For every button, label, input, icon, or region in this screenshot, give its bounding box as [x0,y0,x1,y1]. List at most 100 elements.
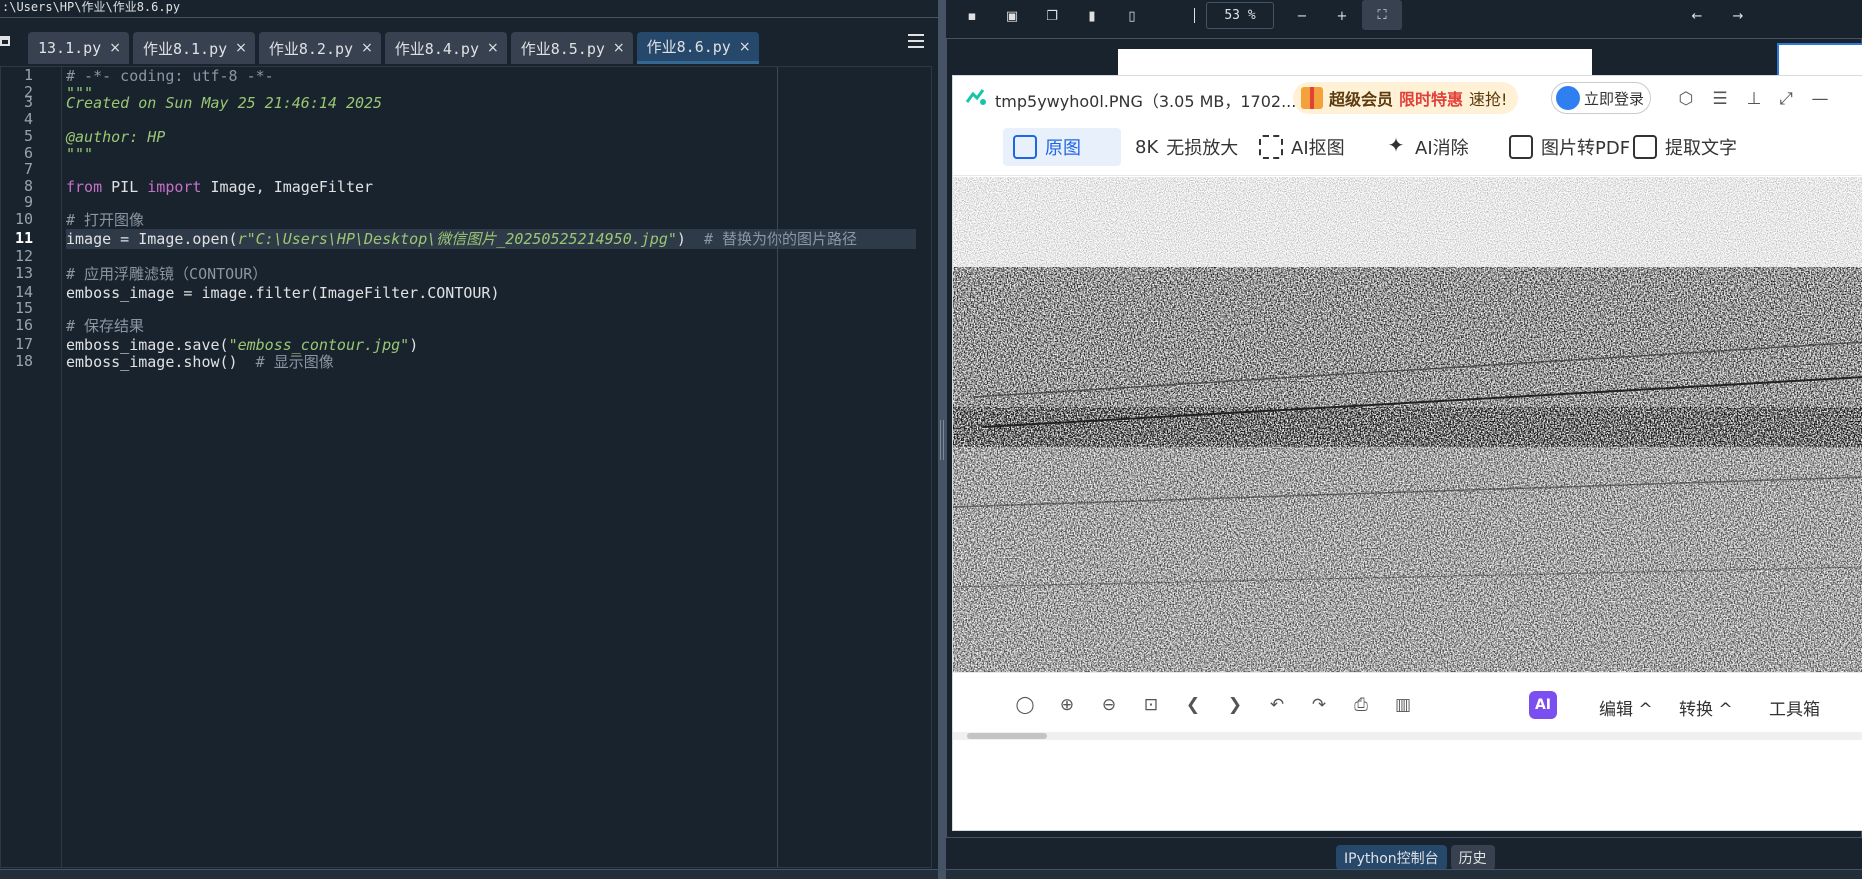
zoom-level[interactable]: 53 % [1206,2,1274,29]
line-number: 16 [14,316,33,334]
hamburger-menu-icon[interactable] [908,34,924,48]
editor-tab[interactable]: 作业8.5.py × [510,32,633,64]
browse-tabs-icon[interactable] [0,36,10,46]
plots-toolbar: ▪ ▣ ❐ ▮ ▯ 53 % − + ⛶ ← → [946,0,1862,31]
text-extract-icon [1633,135,1657,159]
file-info: tmp5ywyho0l.PNG（3.05 MB，1702... [995,92,1297,111]
right-status-strip [946,869,1862,879]
login-label: 立即登录 [1584,89,1645,108]
close-icon[interactable]: × [109,40,121,56]
close-icon[interactable]: × [739,39,751,55]
editor-tab[interactable]: 作业8.6.py × [636,32,759,64]
code-line-11-current: image = Image.open(r"C:\Users\HP\Desktop… [66,229,916,249]
minimize-icon[interactable]: — [1809,88,1831,110]
next-icon[interactable]: → [1728,6,1748,26]
splitter-grip-icon[interactable] [940,420,944,460]
menu-icon[interactable]: ☰ [1709,88,1731,110]
fit-icon[interactable]: ⛶ [1362,0,1402,30]
avatar-icon [1556,86,1580,110]
vip-offer: 限时特惠 [1399,90,1464,109]
plots-pane: ▪ ▣ ❐ ▮ ▯ 53 % − + ⛶ ← → tmp5ywyho0l.PNG… [946,0,1862,879]
spyder-window: :\Users\HP\作业\作业8.6.py 13.1.py × 作业8.1.py ×… [0,0,1862,879]
image-viewer-window: tmp5ywyho0l.PNG（3.05 MB，1702... 超级会员 限时特… [952,75,1862,831]
tab-ipython-console[interactable]: IPython控制台 [1336,845,1447,870]
line-number: 7 [23,160,33,178]
zoom-out-icon[interactable]: − [1292,6,1312,26]
fullscreen-icon[interactable]: ⤢ [1775,88,1797,110]
save-icon[interactable]: ▪ [962,6,982,26]
editor-tabs: 13.1.py × 作业8.1.py × 作业8.2.py × 作业8.4.py × 作业8.5… [28,32,763,64]
chevron-up-icon: ^ [1638,700,1653,720]
tool-to-pdf[interactable]: 图片转PDF [1509,128,1630,166]
editor-tab-label: 作业8.6.py [646,38,731,56]
8k-icon: 8K [1135,136,1159,158]
contour-image[interactable] [953,177,1862,672]
tool-label: 无损放大 [1166,138,1239,159]
editor-tab[interactable]: 作业8.1.py × [132,32,255,64]
skin-icon[interactable]: ⬡ [1675,88,1697,110]
zoom-in-icon[interactable]: + [1332,6,1352,26]
login-button[interactable]: 立即登录 [1551,82,1651,114]
editor-status-strip [0,869,938,879]
editor-tab[interactable]: 作业8.2.py × [258,32,381,64]
close-icon[interactable]: × [487,40,499,56]
editor-tab-label: 作业8.4.py [394,39,479,58]
viewer-title-bar: tmp5ywyho0l.PNG（3.05 MB，1702... 超级会员 限时特… [953,76,1862,120]
vip-promo-button[interactable]: 超级会员 限时特惠 速抢! [1293,82,1518,114]
edit-menu[interactable]: 编辑 ^ [1599,695,1653,720]
tab-history[interactable]: 历史 [1450,845,1495,870]
fit-screen-icon[interactable]: ⊡ [1139,693,1163,717]
delete-icon[interactable]: ▥ [1391,693,1415,717]
toolbar-separator [1194,8,1195,23]
chevron-up-icon: ^ [1718,700,1733,720]
code-line-10: # 打开图像 [66,211,145,229]
line-number: 13 [14,264,33,282]
toolbox-menu[interactable]: 工具箱 [1769,695,1820,720]
tool-erase[interactable]: ✦ AI消除 [1385,128,1469,166]
plot-thumbnail[interactable] [1777,43,1862,77]
next-image-icon[interactable]: ❯ [1223,693,1247,717]
rotate-left-icon[interactable]: ↶ [1265,693,1289,717]
line-number: 18 [14,352,33,370]
editor-tab[interactable]: 13.1.py × [28,32,129,64]
editor-tab[interactable]: 作业8.4.py × [384,32,507,64]
zoom-out-icon[interactable]: ⊖ [1097,693,1121,717]
tool-cutout[interactable]: AI抠图 [1259,128,1345,166]
rotate-right-icon[interactable]: ↷ [1307,693,1331,717]
save-all-icon[interactable]: ▣ [1002,6,1022,26]
close-icon[interactable]: × [235,40,247,56]
line-number: 4 [23,110,33,128]
code-editor[interactable]: 1 2 3 4 5 6 7 8 9 10 11 12 13 14 15 16 17 18 # -*- coding… [0,66,932,868]
image-icon [1013,135,1037,159]
editor-tab-label: 作业8.2.py [268,39,354,58]
pane-splitter[interactable] [938,0,946,879]
ai-button[interactable]: AI [1529,691,1557,719]
tool-ocr[interactable]: 提取文字 [1633,128,1737,166]
tool-label: 原图 [1045,138,1081,159]
line-number: 12 [14,247,33,265]
remove-icon[interactable]: ▮ [1082,6,1102,26]
app-logo-icon [965,89,986,105]
tool-original[interactable]: 原图 [1003,128,1121,166]
tool-upscale[interactable]: 8K 无损放大 [1135,128,1238,166]
code-line-14: emboss_image = image.filter(ImageFilter.… [66,284,500,302]
zoom-in-icon[interactable]: ⊕ [1055,693,1079,717]
close-icon[interactable]: × [361,40,373,56]
pin-icon[interactable]: ⊥ [1743,88,1765,110]
sparkle-icon: ✦ [1387,133,1405,157]
scrollbar-thumb[interactable] [967,733,1047,739]
pdf-icon [1509,135,1533,159]
copy-icon[interactable]: ❐ [1042,6,1062,26]
previous-icon[interactable]: ← [1687,6,1707,26]
editor-tab-label: 作业8.5.py [520,39,605,58]
remove-all-icon[interactable]: ▯ [1122,6,1142,26]
horizontal-scrollbar[interactable] [953,732,1862,740]
vip-label: 超级会员 [1329,90,1394,109]
prev-image-icon[interactable]: ❮ [1181,693,1205,717]
convert-menu[interactable]: 转换 ^ [1679,695,1733,720]
print-icon[interactable]: ⎙ [1349,693,1373,717]
mouse-icon[interactable]: ◯ [1013,693,1037,717]
code-text[interactable]: # -*- coding: utf-8 -*- """ Created on S… [66,67,931,867]
edge-line [777,67,778,867]
close-icon[interactable]: × [613,40,625,56]
